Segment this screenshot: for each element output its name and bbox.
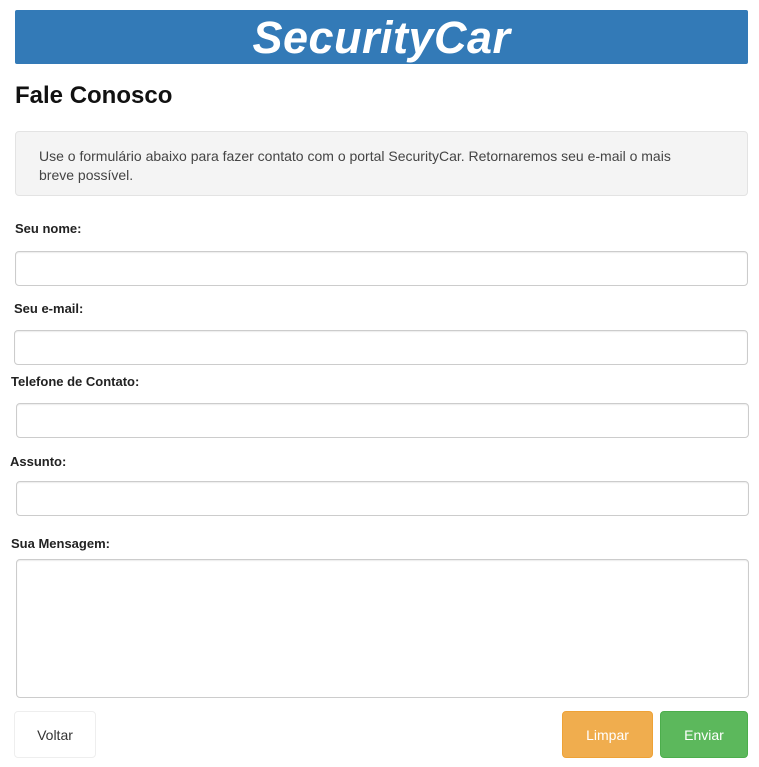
message-textarea[interactable] — [16, 559, 749, 698]
phone-label: Telefone de Contato: — [11, 374, 140, 389]
brand-logo: SecurityCar — [252, 11, 511, 63]
message-label: Sua Mensagem: — [11, 536, 110, 551]
name-label: Seu nome: — [15, 221, 82, 236]
phone-field[interactable] — [16, 403, 749, 438]
header-banner: SecurityCar — [15, 10, 748, 64]
back-button[interactable]: Voltar — [14, 711, 96, 758]
name-field[interactable] — [15, 251, 748, 286]
email-label: Seu e-mail: — [14, 301, 84, 316]
subject-field[interactable] — [16, 481, 749, 516]
page-title: Fale Conosco — [15, 82, 173, 109]
intro-message: Use o formulário abaixo para fazer conta… — [15, 131, 748, 196]
send-button[interactable]: Enviar — [660, 711, 748, 758]
subject-label: Assunto: — [10, 454, 67, 469]
clear-button[interactable]: Limpar — [562, 711, 653, 758]
email-field[interactable] — [14, 330, 748, 365]
